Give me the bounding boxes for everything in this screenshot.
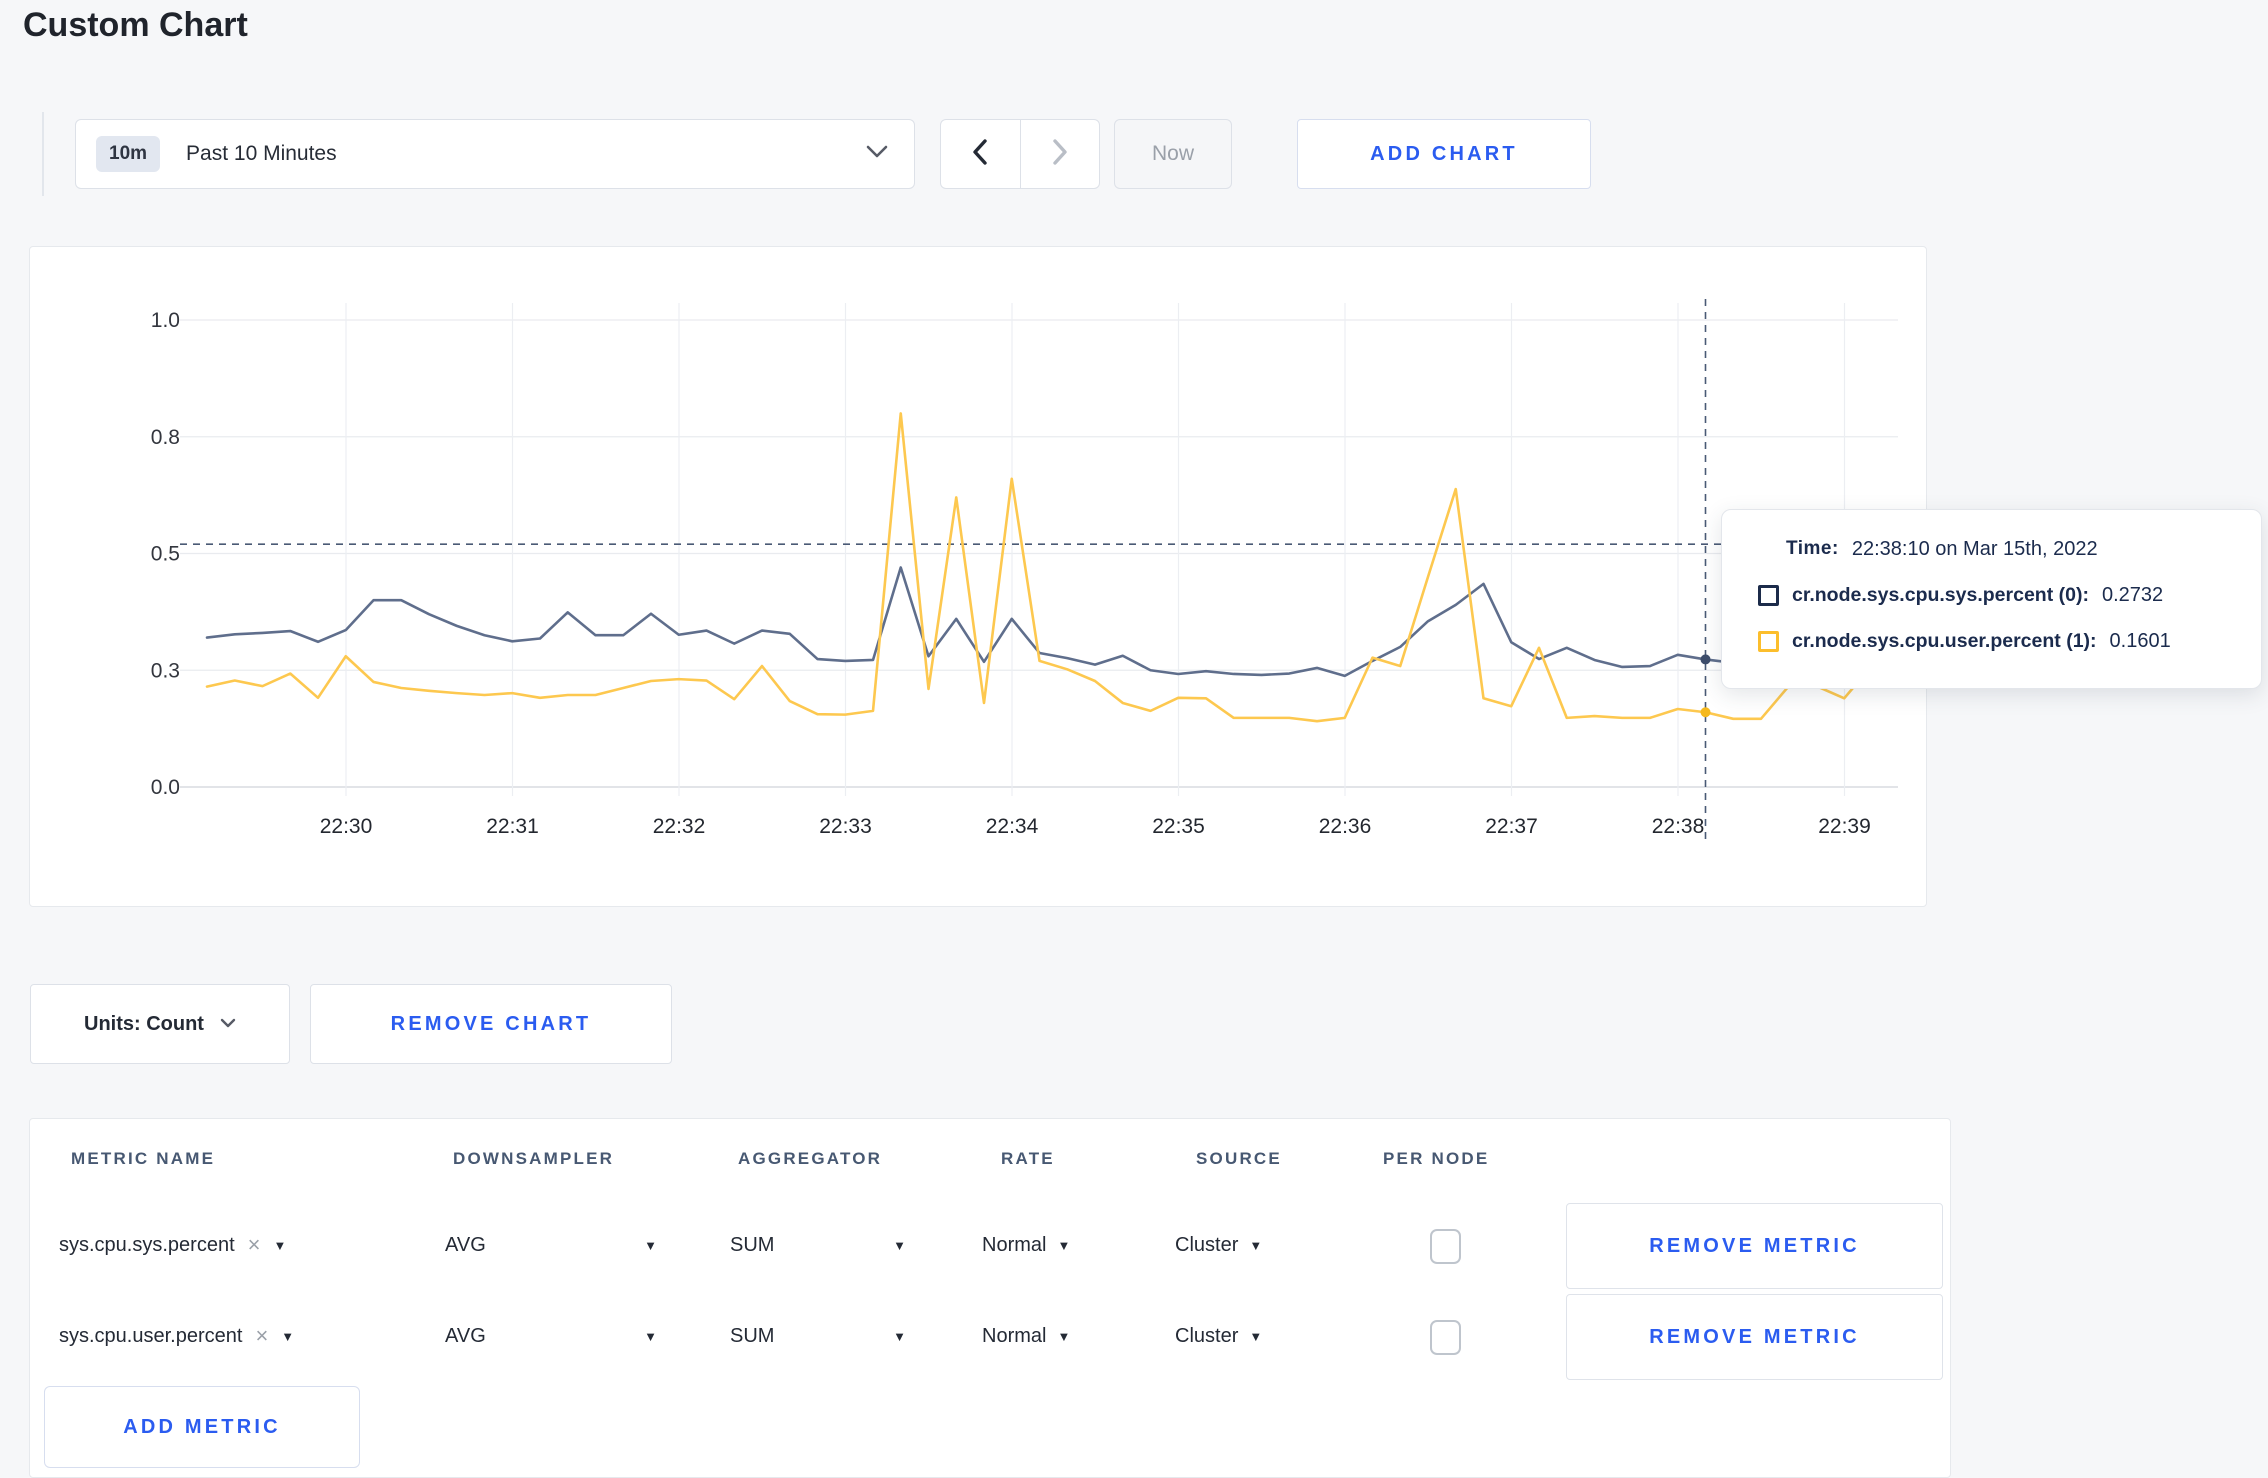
- column-header-aggregator: AGGREGATOR: [738, 1149, 883, 1168]
- aggregator-dropdown[interactable]: SUM: [730, 1294, 906, 1378]
- rate-dropdown[interactable]: Normal: [982, 1203, 1070, 1287]
- tooltip-time-value: 22:38:10 on Mar 15th, 2022: [1851, 537, 2098, 560]
- svg-text:0.8: 0.8: [151, 426, 180, 449]
- tooltip-series-value: 0.1601: [2109, 629, 2171, 652]
- chevron-left-icon: [972, 138, 988, 170]
- svg-text:0.5: 0.5: [151, 543, 180, 566]
- caret-down-icon: [1249, 1239, 1262, 1252]
- sys-series-legend-icon: [1758, 584, 1779, 606]
- source-value: Cluster: [1175, 1324, 1239, 1347]
- svg-text:22:34: 22:34: [986, 815, 1039, 838]
- tooltip-series-name: cr.node.sys.cpu.user.percent (1):: [1792, 629, 2097, 652]
- rate-value: Normal: [982, 1233, 1047, 1256]
- tooltip-series-value: 0.2732: [2101, 583, 2164, 606]
- downsampler-dropdown[interactable]: AVG: [445, 1203, 657, 1287]
- caret-down-icon: [893, 1330, 906, 1343]
- svg-text:0.0: 0.0: [151, 776, 180, 799]
- per-node-checkbox[interactable]: [1430, 1229, 1461, 1264]
- custom-chart-page: Custom Chart 10m Past 10 Minutes Now ADD…: [0, 0, 2268, 1478]
- svg-text:22:33: 22:33: [819, 815, 872, 838]
- svg-text:22:36: 22:36: [1319, 815, 1372, 838]
- chevron-right-icon: [1052, 138, 1068, 170]
- svg-text:22:32: 22:32: [653, 815, 706, 838]
- column-header-rate: RATE: [1001, 1149, 1055, 1168]
- svg-text:22:35: 22:35: [1152, 815, 1205, 838]
- table-row: sys.cpu.sys.percent AVG SUM Normal Clust…: [30, 1203, 1950, 1289]
- svg-text:22:38: 22:38: [1652, 815, 1705, 838]
- user-series-legend-icon: [1758, 630, 1779, 652]
- chevron-down-icon: [220, 1015, 236, 1033]
- column-header-metric-name: METRIC NAME: [71, 1149, 216, 1168]
- caret-down-icon: [644, 1330, 657, 1343]
- add-metric-button[interactable]: ADD METRIC: [44, 1386, 360, 1468]
- tooltip-time-label: Time:: [1786, 538, 1839, 559]
- add-chart-button[interactable]: ADD CHART: [1297, 119, 1591, 189]
- table-row: sys.cpu.user.percent AVG SUM Normal Clus…: [30, 1294, 1950, 1380]
- source-dropdown[interactable]: Cluster: [1175, 1294, 1262, 1378]
- tooltip-series-row: cr.node.sys.cpu.user.percent (1): 0.1601: [1758, 626, 2171, 656]
- aggregator-dropdown[interactable]: SUM: [730, 1203, 906, 1287]
- svg-text:22:31: 22:31: [486, 815, 539, 838]
- metric-name-value: sys.cpu.user.percent: [59, 1324, 243, 1347]
- chevron-down-icon: [866, 145, 888, 163]
- time-range-label: Past 10 Minutes: [186, 142, 337, 165]
- time-range-badge: 10m: [96, 136, 161, 172]
- caret-down-icon: [1057, 1330, 1070, 1343]
- caret-down-icon: [273, 1239, 286, 1252]
- tooltip-series-name: cr.node.sys.cpu.sys.percent (0):: [1792, 583, 2089, 606]
- clear-metric-icon[interactable]: [255, 1325, 268, 1347]
- metrics-table: METRIC NAME DOWNSAMPLER AGGREGATOR RATE …: [29, 1118, 1951, 1478]
- svg-text:22:37: 22:37: [1485, 815, 1538, 838]
- chart-svg[interactable]: 22:30 22:31 22:32 22:33 22:34 22:35 22:36 22:37…: [30, 247, 1928, 908]
- remove-metric-button[interactable]: REMOVE METRIC: [1566, 1203, 1943, 1289]
- next-interval-button[interactable]: [1021, 120, 1100, 188]
- svg-text:22:39: 22:39: [1818, 815, 1871, 838]
- svg-text:1.0: 1.0: [151, 309, 180, 332]
- svg-text:22:30: 22:30: [320, 815, 373, 838]
- caret-down-icon: [281, 1330, 294, 1343]
- toolbar-divider: [42, 112, 44, 196]
- source-value: Cluster: [1175, 1233, 1239, 1256]
- caret-down-icon: [893, 1239, 906, 1252]
- column-header-source: SOURCE: [1196, 1149, 1282, 1168]
- metric-name-value: sys.cpu.sys.percent: [59, 1233, 235, 1256]
- rate-value: Normal: [982, 1324, 1047, 1347]
- aggregator-value: SUM: [730, 1233, 775, 1256]
- source-dropdown[interactable]: Cluster: [1175, 1203, 1262, 1287]
- now-button[interactable]: Now: [1114, 119, 1232, 189]
- caret-down-icon: [1057, 1239, 1070, 1252]
- time-range-selector[interactable]: 10m Past 10 Minutes: [75, 119, 915, 189]
- column-header-per-node: PER NODE: [1383, 1149, 1490, 1168]
- downsampler-value: AVG: [445, 1324, 486, 1347]
- downsampler-dropdown[interactable]: AVG: [445, 1294, 657, 1378]
- time-nav-group: [940, 119, 1100, 189]
- metric-name-dropdown[interactable]: sys.cpu.sys.percent: [59, 1203, 286, 1287]
- column-header-downsampler: DOWNSAMPLER: [453, 1149, 615, 1168]
- chart-card: 22:30 22:31 22:32 22:33 22:34 22:35 22:36 22:37…: [29, 246, 1927, 907]
- units-selector[interactable]: Units: Count: [30, 984, 290, 1064]
- downsampler-value: AVG: [445, 1233, 486, 1256]
- caret-down-icon: [644, 1239, 657, 1252]
- metric-name-dropdown[interactable]: sys.cpu.user.percent: [59, 1294, 294, 1378]
- aggregator-value: SUM: [730, 1324, 775, 1347]
- svg-text:0.3: 0.3: [151, 659, 180, 682]
- chart-tooltip: Time: 22:38:10 on Mar 15th, 2022 cr.node…: [1721, 509, 2262, 689]
- tooltip-series-row: cr.node.sys.cpu.sys.percent (0): 0.2732: [1758, 580, 2163, 610]
- prev-interval-button[interactable]: [941, 120, 1021, 188]
- per-node-checkbox[interactable]: [1430, 1320, 1461, 1355]
- clear-metric-icon[interactable]: [248, 1234, 261, 1256]
- units-label: Units: Count: [84, 1012, 204, 1035]
- rate-dropdown[interactable]: Normal: [982, 1294, 1070, 1378]
- caret-down-icon: [1249, 1330, 1262, 1343]
- tooltip-time-row: Time: 22:38:10 on Mar 15th, 2022: [1786, 534, 2098, 564]
- page-title: Custom Chart: [23, 6, 248, 44]
- remove-chart-button[interactable]: REMOVE CHART: [310, 984, 672, 1064]
- remove-metric-button[interactable]: REMOVE METRIC: [1566, 1294, 1943, 1380]
